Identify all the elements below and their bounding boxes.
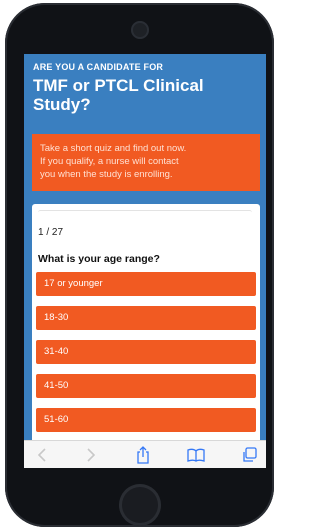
quiz-progress: 1 / 27 [38,227,64,238]
option-17-or-younger[interactable]: 17 or younger [36,272,256,296]
phone-screen: ARE YOU A CANDIDATE FOR TMF or PTCL Clin… [24,54,266,468]
option-31-40[interactable]: 31-40 [36,340,256,364]
home-button[interactable] [119,484,161,526]
promo-line-2: If you qualify, a nurse will contact [40,156,179,167]
option-41-50[interactable]: 41-50 [36,374,256,398]
hero-banner: ARE YOU A CANDIDATE FOR TMF or PTCL Clin… [24,54,266,138]
option-51-60[interactable]: 51-60 [36,408,256,432]
phone-device: ARE YOU A CANDIDATE FOR TMF or PTCL Clin… [5,3,274,527]
headline-line-2: Study? [33,95,91,114]
tabs-icon[interactable] [235,441,263,468]
bookmarks-icon[interactable] [182,441,210,468]
eyebrow-text: ARE YOU A CANDIDATE FOR [33,62,164,72]
quiz-question: What is your age range? [38,253,160,265]
page-title: TMF or PTCL Clinical Study? [33,76,261,114]
promo-text: Take a short quiz and find out now. If y… [40,142,254,181]
forward-icon[interactable] [77,441,105,468]
quiz-card: 1 / 27 What is your age range? 17 or you… [32,204,260,468]
card-divider [38,210,252,215]
share-icon[interactable] [129,441,157,468]
browser-toolbar [24,440,266,468]
promo-box: Take a short quiz and find out now. If y… [32,134,260,191]
back-icon[interactable] [28,441,56,468]
camera-icon [131,21,149,39]
promo-line-3: you when the study is enrolling. [40,169,173,180]
headline-line-1: TMF or PTCL Clinical [33,76,204,95]
option-18-30[interactable]: 18-30 [36,306,256,330]
promo-line-1: Take a short quiz and find out now. [40,143,187,154]
